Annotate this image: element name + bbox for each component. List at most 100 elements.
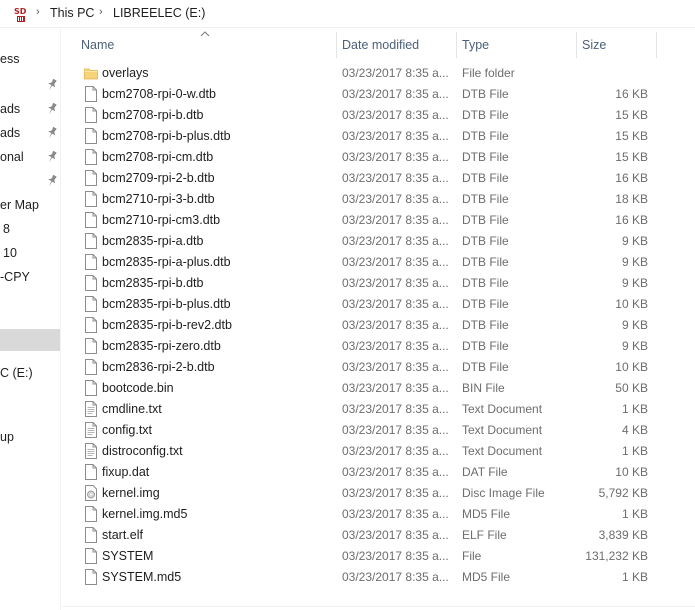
pin-icon[interactable] [46,78,58,92]
file-date-modified: 03/23/2017 8:35 a... [342,528,449,542]
pin-icon[interactable] [46,150,58,164]
file-type: Text Document [462,423,543,437]
nav-item-pinned-5[interactable] [0,171,60,193]
column-name-label: Name [81,38,115,52]
file-row[interactable]: bcm2708-rpi-0-w.dtb 03/23/2017 8:35 a... D… [62,83,695,104]
file-row[interactable]: bcm2708-rpi-b.dtb 03/23/2017 8:35 a... DTB… [62,104,695,125]
file-icon [85,233,97,249]
file-type: File [462,549,482,563]
file-type: DTB File [462,213,509,227]
file-row[interactable]: bootcode.bin 03/23/2017 8:35 a... BIN File… [62,377,695,398]
file-row[interactable]: start.elf 03/23/2017 8:35 a... ELF File 3,8… [62,524,695,545]
nav-item-downloads[interactable]: ads [0,99,60,121]
file-name: SYSTEM.md5 [102,570,182,584]
column-date-header[interactable]: Date modified [336,30,456,60]
file-row[interactable]: fixup.dat 03/23/2017 8:35 a... DAT File 10 … [62,461,695,482]
file-row[interactable]: bcm2835-rpi-b-plus.dtb 03/23/2017 8:35 a.… [62,293,695,314]
file-icon [85,296,97,312]
file-type: DTB File [462,276,509,290]
nav-item-backup[interactable]: up [0,427,60,449]
nav-item-personal[interactable]: onal [0,147,60,169]
file-name: distroconfig.txt [102,444,183,458]
file-row[interactable]: cmdline.txt 03/23/2017 8:35 a... Text Docu… [62,398,695,419]
nav-item-libreelec-drive[interactable]: C (E:) [0,363,60,385]
column-date-label: Date modified [342,38,420,52]
file-name: cmdline.txt [102,402,162,416]
file-name: bcm2708-rpi-b.dtb [102,108,204,122]
file-type: File folder [462,66,515,80]
nav-item-quick-access[interactable]: ess [0,49,60,71]
file-row[interactable]: SYSTEM 03/23/2017 8:35 a... File 131,232 KB [62,545,695,566]
file-date-modified: 03/23/2017 8:35 a... [342,486,449,500]
file-date-modified: 03/23/2017 8:35 a... [342,318,449,332]
file-row[interactable]: bcm2710-rpi-3-b.dtb 03/23/2017 8:35 a... D… [62,188,695,209]
file-name: bcm2708-rpi-cm.dtb [102,150,214,164]
file-row[interactable]: bcm2835-rpi-a.dtb 03/23/2017 8:35 a... DTB… [62,230,695,251]
file-row[interactable]: overlays 03/23/2017 8:35 a... File folder [62,62,695,83]
file-name: bcm2710-rpi-cm3.dtb [102,213,221,227]
pin-icon[interactable] [46,102,58,116]
file-row[interactable]: config.txt 03/23/2017 8:35 a... Text Docum… [62,419,695,440]
breadcrumb-separator-icon[interactable]: › [99,6,103,18]
nav-item-label: up [0,430,14,444]
file-icon [85,317,97,333]
file-row[interactable]: bcm2709-rpi-2-b.dtb 03/23/2017 8:35 a... D… [62,167,695,188]
pin-icon[interactable] [46,126,58,140]
file-icon [85,128,97,144]
nav-item-label: -CPY [0,270,30,284]
column-divider[interactable] [656,32,657,58]
file-date-modified: 03/23/2017 8:35 a... [342,234,449,248]
file-name: bcm2835-rpi-b.dtb [102,276,204,290]
file-size: 4 KB [621,423,648,437]
file-size: 50 KB [615,381,648,395]
file-row[interactable]: bcm2835-rpi-b.dtb 03/23/2017 8:35 a... DTB… [62,272,695,293]
file-size: 5,792 KB [598,486,648,500]
file-row[interactable]: kernel.img 03/23/2017 8:35 a... Disc Image… [62,482,695,503]
file-name: kernel.img [102,486,160,500]
text-document-icon [85,401,97,417]
file-icon [85,107,97,123]
nav-item-8[interactable]: 8 [0,219,60,241]
file-row[interactable]: distroconfig.txt 03/23/2017 8:35 a... Text… [62,440,695,461]
file-size: 9 KB [621,339,648,353]
file-row[interactable]: bcm2835-rpi-a-plus.dtb 03/23/2017 8:35 a.… [62,251,695,272]
file-type: DTB File [462,87,509,101]
nav-item-label: onal [0,150,24,164]
breadcrumb-drive[interactable]: LIBREELEC (E:) [113,6,205,20]
nav-item-cpy[interactable]: -CPY [0,267,60,289]
column-type-header[interactable]: Type [456,30,576,60]
text-document-icon [85,422,97,438]
nav-item-label: 8 [3,222,10,236]
svg-text:SD: SD [14,7,27,16]
file-row[interactable]: SYSTEM.md5 03/23/2017 8:35 a... MD5 File 1 … [62,566,695,587]
nav-item-downloads-2[interactable]: ads [0,123,60,145]
nav-item-label: ads [0,126,21,140]
file-date-modified: 03/23/2017 8:35 a... [342,276,449,290]
file-size: 9 KB [621,318,648,332]
file-date-modified: 03/23/2017 8:35 a... [342,423,449,437]
file-date-modified: 03/23/2017 8:35 a... [342,66,449,80]
file-type: DTB File [462,255,509,269]
file-icon [85,212,97,228]
file-icon [85,149,97,165]
file-size: 9 KB [621,234,648,248]
column-type-label: Type [462,38,490,52]
file-row[interactable]: bcm2710-rpi-cm3.dtb 03/23/2017 8:35 a... D… [62,209,695,230]
file-row[interactable]: kernel.img.md5 03/23/2017 8:35 a... MD5 Fi… [62,503,695,524]
nav-item-pinned-1[interactable] [0,75,60,97]
pin-icon[interactable] [46,174,58,188]
nav-item-10[interactable]: 10 [0,243,60,265]
nav-item-folder-map[interactable]: er Map [0,195,60,217]
file-row[interactable]: bcm2835-rpi-b-rev2.dtb 03/23/2017 8:35 a.… [62,314,695,335]
file-row[interactable]: bcm2708-rpi-cm.dtb 03/23/2017 8:35 a... DT… [62,146,695,167]
column-size-header[interactable]: Size [576,30,656,60]
column-name-header[interactable]: Name [62,30,336,60]
file-row[interactable]: bcm2708-rpi-b-plus.dtb 03/23/2017 8:35 a.… [62,125,695,146]
file-size: 1 KB [621,444,648,458]
breadcrumb-separator-icon[interactable]: › [36,6,40,18]
address-bar[interactable]: SD › This PC › LIBREELEC (E:) [0,0,695,28]
file-row[interactable]: bcm2835-rpi-zero.dtb 03/23/2017 8:35 a...… [62,335,695,356]
file-row[interactable]: bcm2836-rpi-2-b.dtb 03/23/2017 8:35 a... D… [62,356,695,377]
nav-selection-highlight [0,329,60,351]
breadcrumb-this-pc[interactable]: This PC [50,6,94,20]
